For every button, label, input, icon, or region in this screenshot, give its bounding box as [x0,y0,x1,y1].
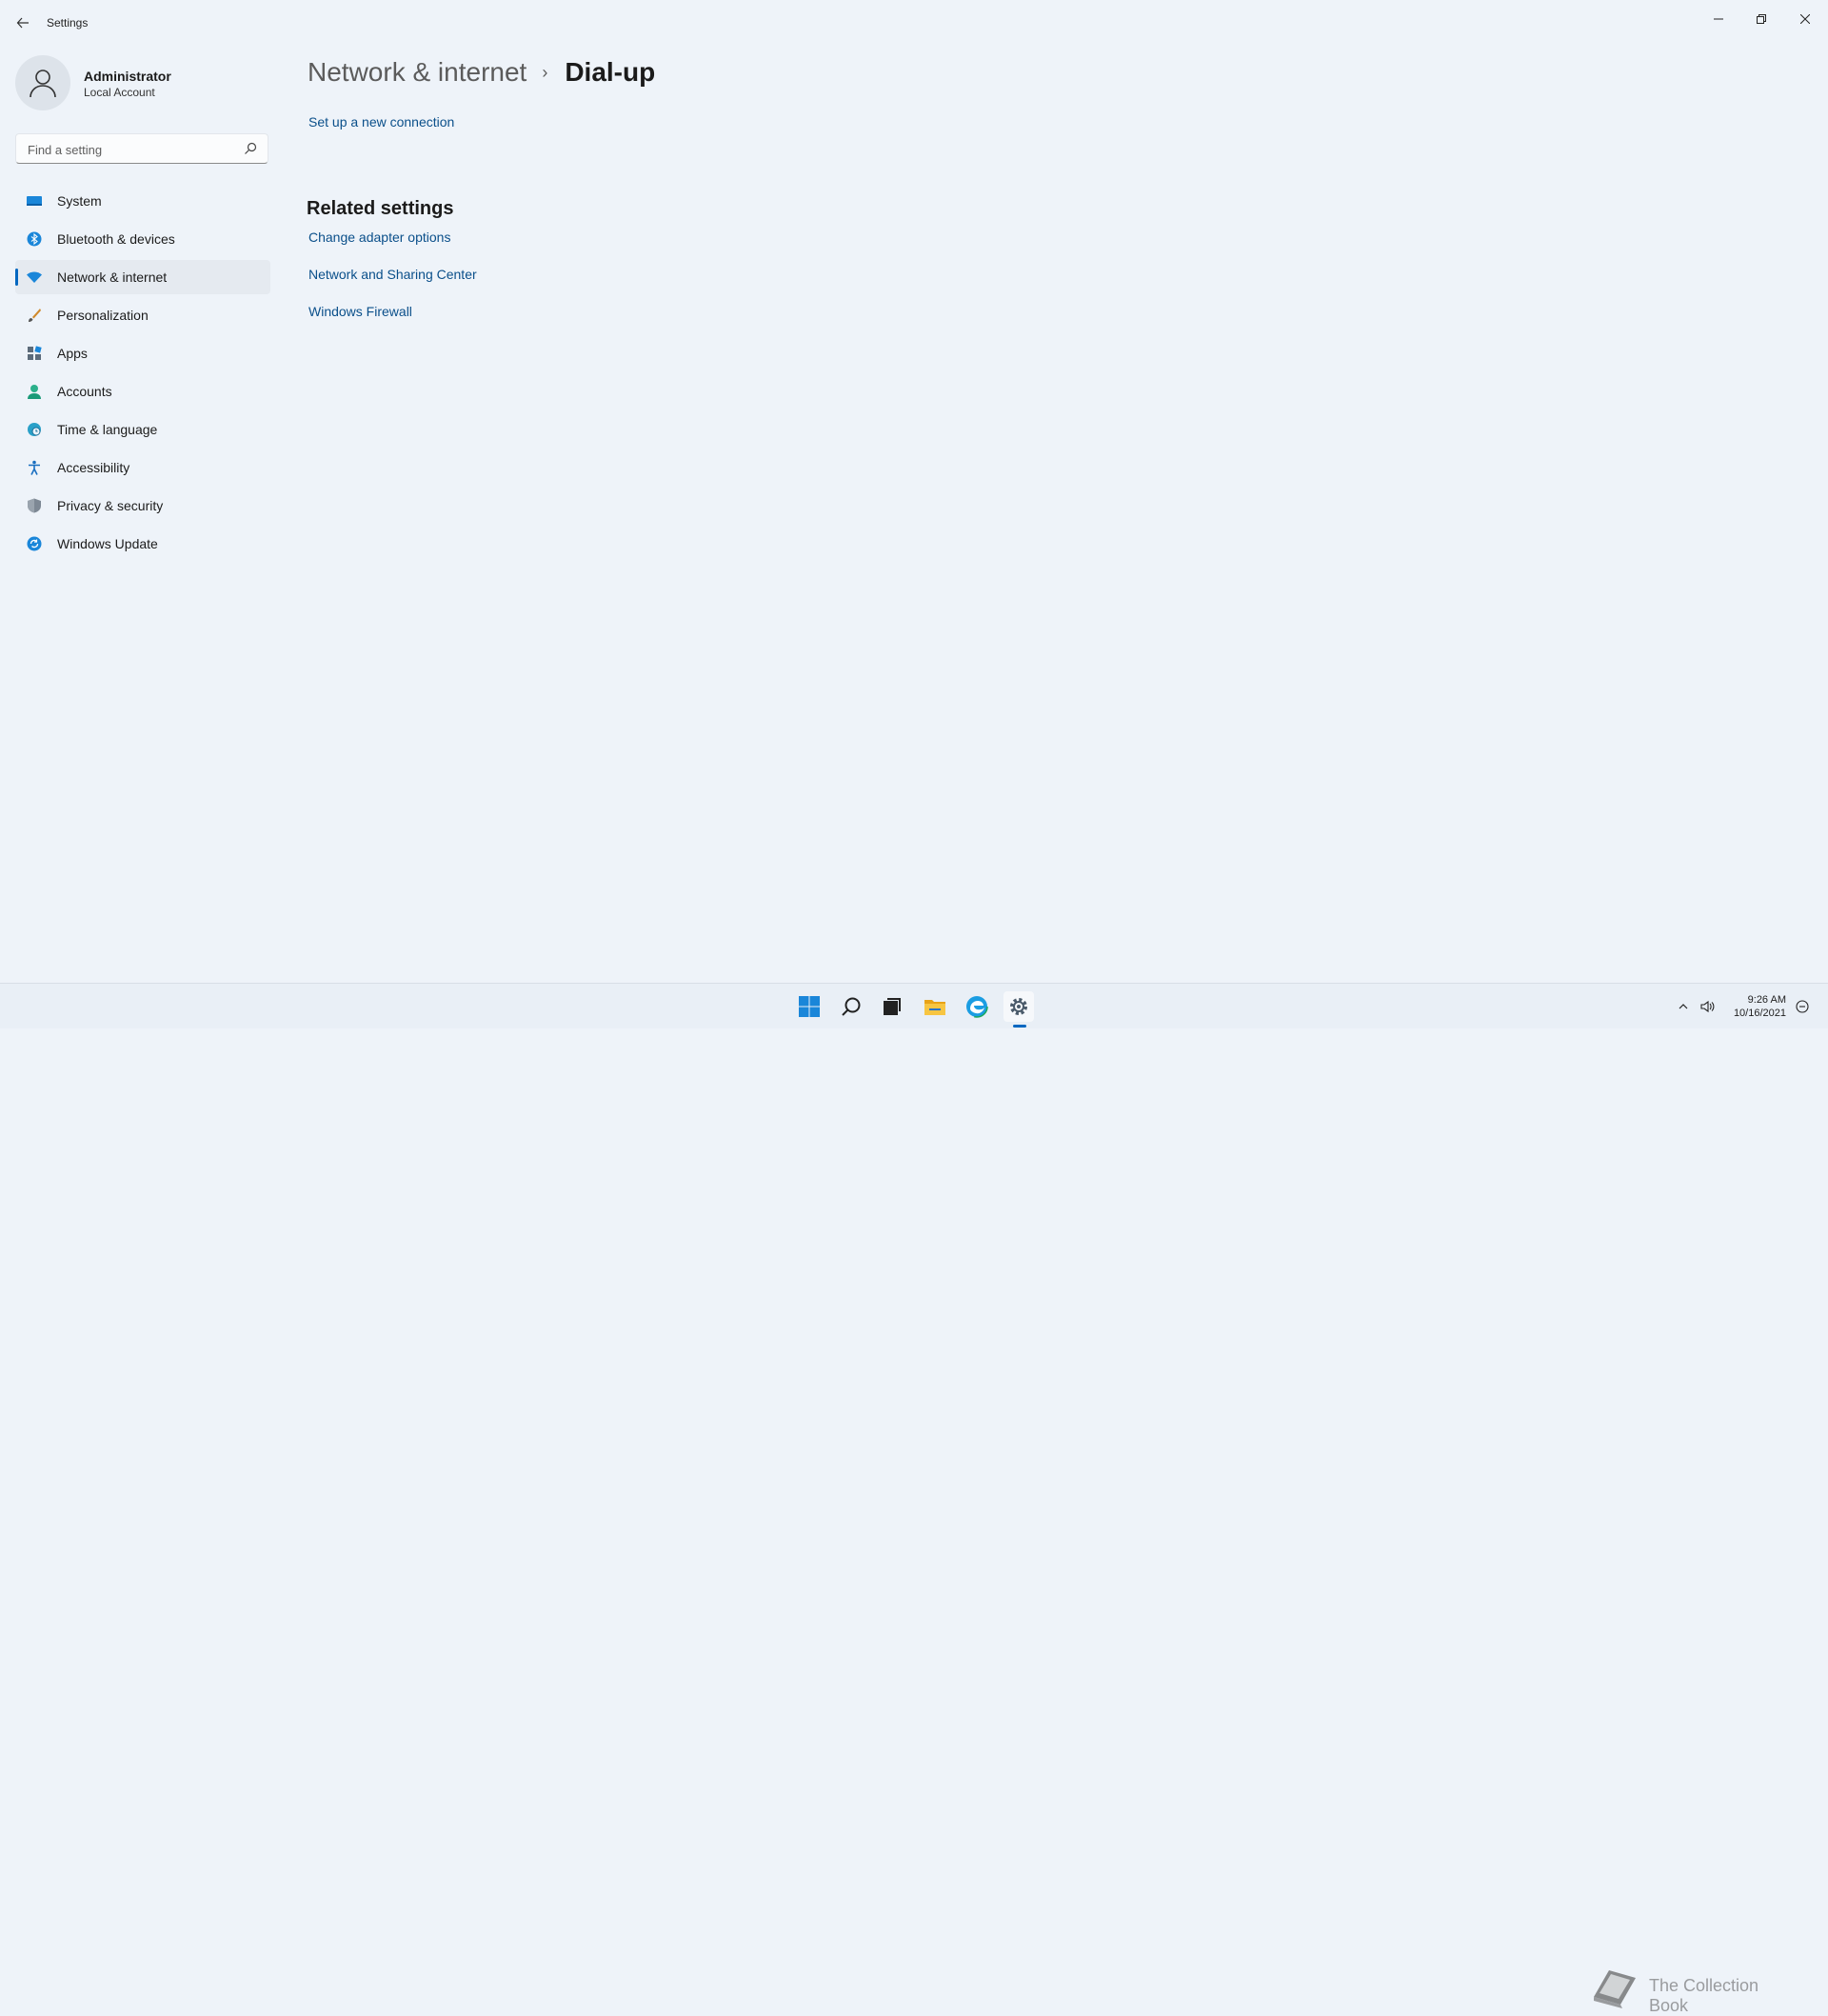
shield-icon [28,498,41,513]
task-view-icon [884,998,901,1015]
user-profile[interactable]: Administrator Local Account [15,53,263,114]
chevron-right-icon: › [542,62,548,82]
notifications-button[interactable] [1796,984,1809,1029]
globe-clock-icon [28,423,41,436]
windows-firewall-link[interactable]: Windows Firewall [308,304,412,319]
sidebar-item-accounts[interactable]: Accounts [15,374,270,409]
brush-icon [29,309,41,322]
sidebar-nav: System Bluetooth & devices Network & int… [15,184,270,565]
chevron-up-icon [1679,1004,1688,1009]
account-icon [28,385,41,399]
change-adapter-options-link[interactable]: Change adapter options [308,230,450,245]
sidebar-item-label: Accounts [57,384,112,399]
back-button[interactable] [11,11,34,34]
sidebar-item-apps[interactable]: Apps [15,336,270,370]
apps-icon [28,346,42,360]
sidebar-item-label: Bluetooth & devices [57,231,175,247]
taskbar: The Collection Book 9:26 AM 10/16/2021 [0,983,1828,2015]
sidebar-item-privacy[interactable]: Privacy & security [15,489,270,523]
sidebar-item-label: Apps [57,346,88,361]
start-button[interactable] [794,991,825,1022]
tray-overflow-button[interactable] [1678,984,1689,1029]
restore-button[interactable] [1739,4,1783,34]
sidebar-item-label: Time & language [57,422,158,437]
sidebar-item-label: Privacy & security [57,498,164,513]
sidebar-item-time-language[interactable]: Time & language [15,412,270,447]
minimize-icon [1714,18,1723,20]
person-icon [30,70,56,98]
notification-icon [1796,1000,1809,1013]
search-icon[interactable] [243,141,258,156]
edge-button[interactable] [962,991,992,1022]
sidebar-item-label: Accessibility [57,460,130,475]
restore-icon [1757,14,1766,24]
title-bar: Settings [0,0,1828,46]
file-explorer-icon [924,1000,945,1015]
watermark-text: The Collection Book [1649,1976,1759,2015]
clock-date: 10/16/2021 [1733,1008,1786,1019]
sidebar-item-label: Windows Update [57,536,158,551]
start-icon [799,996,820,1017]
setup-new-connection-link[interactable]: Set up a new connection [308,114,454,130]
sidebar-item-label: Network & internet [57,269,168,285]
taskbar-clock[interactable]: 9:26 AM 10/16/2021 [1731,993,1786,1020]
accessibility-icon [29,460,40,475]
breadcrumb-parent[interactable]: Network & internet [308,57,527,88]
bluetooth-icon [27,231,42,247]
file-explorer-button[interactable] [920,991,950,1022]
taskbar-search-button[interactable] [836,991,866,1022]
settings-taskbar-button[interactable] [1003,991,1034,1022]
search-input[interactable] [26,140,239,159]
back-arrow-icon [16,17,29,29]
close-icon [1800,14,1810,24]
minimize-button[interactable] [1697,4,1740,34]
clock-time: 9:26 AM [1747,994,1786,1006]
sidebar-item-system[interactable]: System [15,184,270,218]
avatar [15,55,70,110]
network-sharing-center-link[interactable]: Network and Sharing Center [308,267,477,282]
page-title: Dial-up [565,57,656,87]
settings-icon [1010,998,1027,1015]
active-app-indicator [1013,1025,1026,1028]
task-view-button[interactable] [877,991,907,1022]
search-box[interactable] [15,133,268,164]
wifi-icon [27,271,42,283]
sidebar-item-accessibility[interactable]: Accessibility [15,450,270,485]
sidebar-item-windows-update[interactable]: Windows Update [15,527,270,561]
edge-icon [965,995,988,1018]
search-icon [842,997,861,1016]
volume-button[interactable] [1700,984,1716,1029]
book-logo [1594,1970,1636,2008]
update-icon [27,536,42,551]
sidebar-item-bluetooth[interactable]: Bluetooth & devices [15,222,270,256]
app-title: Settings [47,16,89,30]
watermark: The Collection Book [1588,1965,1778,2015]
breadcrumb: Network & internet › Dial-up [308,53,655,91]
system-icon [27,196,42,206]
related-settings-heading: Related settings [307,198,454,219]
account-type: Local Account [84,86,155,99]
speaker-icon [1700,1000,1715,1013]
sidebar-item-personalization[interactable]: Personalization [15,298,270,332]
sidebar-item-label: Personalization [57,308,149,323]
sidebar-item-network[interactable]: Network & internet [15,260,270,294]
close-button[interactable] [1783,4,1827,34]
user-name: Administrator [84,69,171,84]
sidebar-item-label: System [57,193,102,209]
